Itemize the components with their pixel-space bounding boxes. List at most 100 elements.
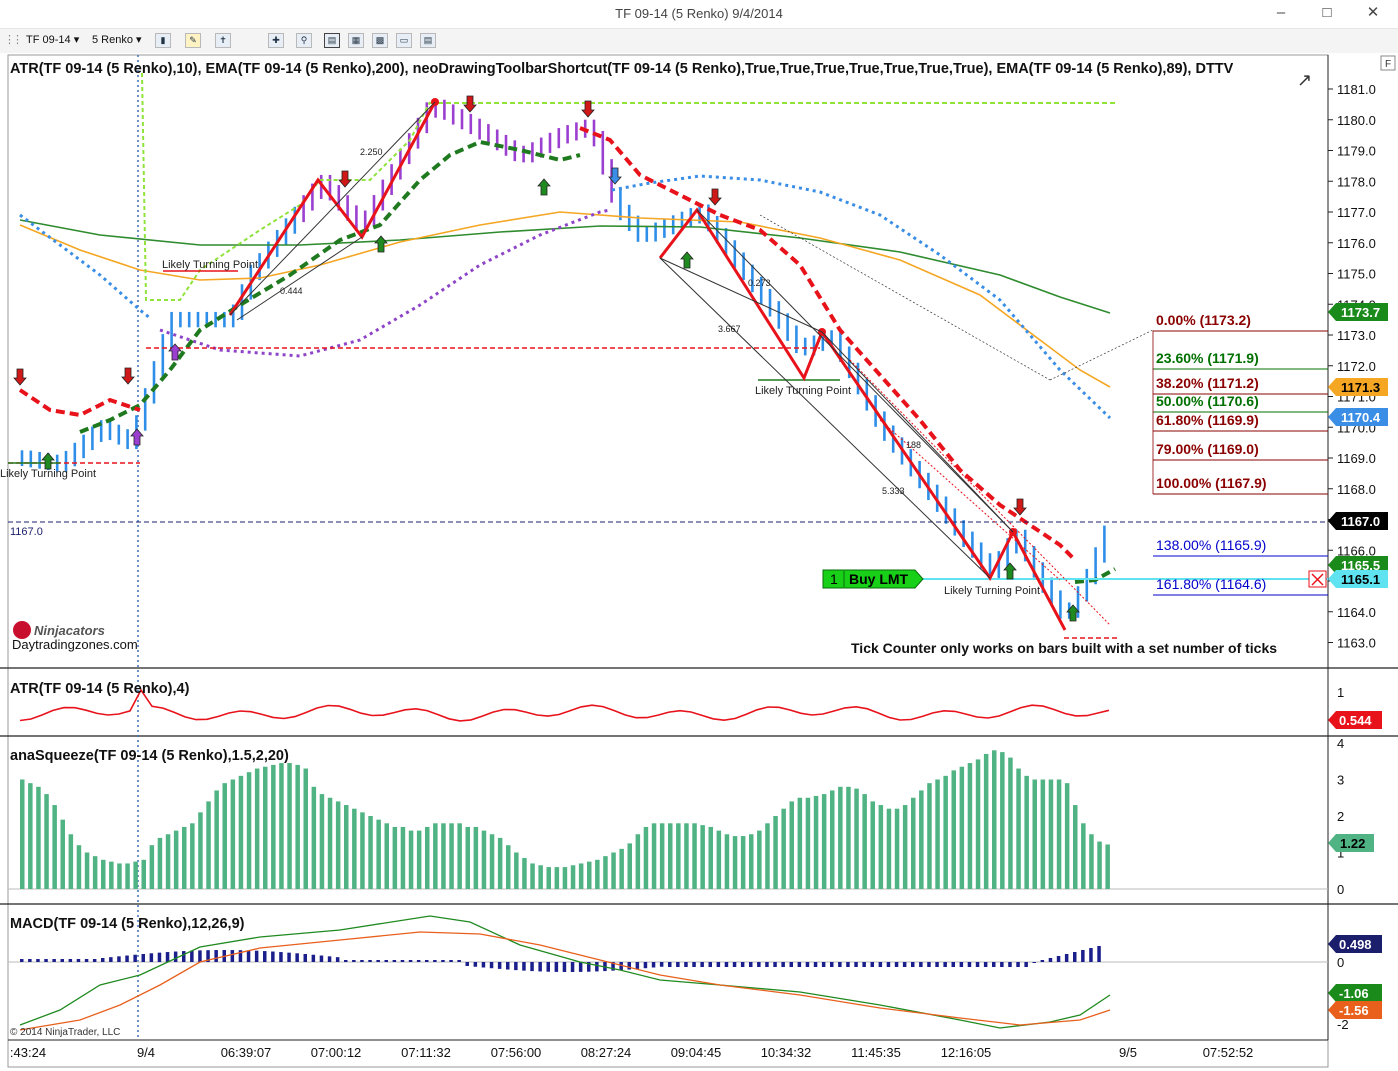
squeeze-bar <box>246 772 252 889</box>
macd-hist-bar <box>530 962 534 972</box>
squeeze-bar <box>173 830 179 889</box>
buy-lmt-order: 1 Buy LMT <box>822 569 924 589</box>
time-axis-label: 07:52:52 <box>1203 1045 1254 1060</box>
macd-hist-bar <box>927 962 931 967</box>
price-tick-label: 1163.0 <box>1337 636 1376 651</box>
macd-hist-bar <box>1048 958 1053 962</box>
macd-hist-bar <box>279 952 283 962</box>
close-button[interactable]: ✕ <box>1350 0 1396 28</box>
macd-hist-bar <box>44 959 48 962</box>
squeeze-bar <box>311 786 317 889</box>
price-marker-label: 1167.0 <box>1341 514 1380 529</box>
squeeze-bar <box>1089 834 1094 889</box>
squeeze-bar <box>692 823 697 889</box>
macd-axis-label: -2 <box>1337 1017 1349 1032</box>
time-axis-label: 06:39:07 <box>221 1045 272 1060</box>
squeeze-bar <box>222 783 227 889</box>
squeeze-bar <box>975 759 981 889</box>
squeeze-bar <box>109 861 114 889</box>
squeeze-bar <box>465 826 470 889</box>
squeeze-bar <box>287 763 292 889</box>
macd-hist-bar <box>578 962 583 972</box>
squeeze-bar <box>141 859 146 889</box>
macd-hist-bar <box>562 962 567 972</box>
pencil-icon[interactable]: ✎ <box>185 33 201 48</box>
macd-hist-bar <box>951 962 955 967</box>
data-box-icon[interactable]: ▤ <box>420 33 436 48</box>
zoom-icon[interactable]: ⚲ <box>296 33 312 48</box>
macd-hist-bar <box>1056 956 1061 962</box>
macd-hist-bar <box>643 962 648 969</box>
chart-annotation: 0.444 <box>280 286 303 296</box>
squeeze-bar <box>983 753 989 889</box>
squeeze-bar <box>627 843 632 889</box>
squeeze-bar <box>651 823 657 889</box>
macd-hist-bar <box>992 962 996 967</box>
squeeze-bar <box>44 794 49 889</box>
squeeze-bar <box>425 826 430 889</box>
squeeze-bar <box>190 823 195 889</box>
macd-value-label: -1.06 <box>1339 986 1369 1001</box>
macd-hist-bar <box>117 956 121 962</box>
macd-hist-bar <box>659 962 664 967</box>
macd-hist-bar <box>870 962 874 967</box>
macd-hist-bar <box>311 954 316 962</box>
squeeze-bar <box>433 823 438 889</box>
macd-hist-bar <box>465 962 469 966</box>
cursor-icon[interactable]: ✚ <box>268 33 284 48</box>
squeeze-bar <box>497 837 503 889</box>
squeeze-bar <box>1016 768 1021 889</box>
squeeze-bar <box>635 834 641 889</box>
macd-hist-bar <box>1024 962 1028 967</box>
macd-hist-bar <box>1073 952 1077 962</box>
macd-hist-bar <box>449 960 453 962</box>
macd-hist-bar <box>271 951 275 962</box>
macd-hist-bar <box>1008 962 1012 967</box>
squeeze-bar <box>416 830 422 889</box>
maximize-button[interactable]: □ <box>1304 0 1350 28</box>
chart-toolbar: ⋮ ⋮ TF 09-14 ▾ 5 Renko ▾ ▮ ✎ ✝ ✚ ⚲ ▤ ▦ ▩… <box>0 29 1398 54</box>
macd-hist-bar <box>319 955 324 962</box>
macd-hist-bar <box>1097 946 1101 962</box>
bar-type-icon[interactable]: ▮ <box>155 33 171 48</box>
templates-icon[interactable]: ▭ <box>396 33 412 48</box>
macd-hist-bar <box>1064 954 1069 962</box>
squeeze-bar <box>376 819 381 889</box>
properties-icon[interactable]: ▩ <box>372 33 388 48</box>
macd-hist-bar <box>254 950 259 962</box>
instrument-selector[interactable]: TF 09-14 ▾ <box>26 32 79 49</box>
toolbar-grip-icon: ⋮ <box>12 34 23 46</box>
macd-hist-bar <box>740 962 745 967</box>
squeeze-bar <box>740 836 746 889</box>
indicator-title: MACD(TF 09-14 (5 Renko),12,26,9) <box>10 916 245 932</box>
squeeze-bar <box>894 808 900 889</box>
squeeze-bar <box>319 794 325 889</box>
squeeze-bar <box>1032 779 1037 889</box>
time-axis-label: 10:34:32 <box>761 1045 812 1060</box>
squeeze-bar <box>408 830 414 889</box>
indicators-icon[interactable]: ▤ <box>324 33 340 48</box>
squeeze-bar <box>206 801 211 889</box>
crosshair-icon[interactable]: ✝ <box>215 33 231 48</box>
squeeze-bar <box>749 834 754 889</box>
minimize-button[interactable]: – <box>1258 0 1304 28</box>
macd-hist-bar <box>773 962 777 967</box>
macd-hist-bar <box>692 962 696 967</box>
macd-hist-bar <box>967 962 972 967</box>
squeeze-bar <box>76 845 82 889</box>
chart-area[interactable]: 1181.0 1180.0 1179.0 1178.0 1177.0 1176.0 1175… <box>0 53 1398 1071</box>
macd-hist-bar <box>441 960 445 962</box>
period-selector[interactable]: 5 Renko ▾ <box>92 32 142 49</box>
squeeze-bar <box>214 790 219 889</box>
squeeze-bar <box>992 750 997 889</box>
order-quantity: 1 <box>830 571 838 587</box>
scale-icon: ↗ <box>1297 70 1312 90</box>
squeeze-bar <box>182 826 187 889</box>
macd-hist-bar <box>805 962 810 967</box>
price-marker-label: 1173.7 <box>1341 305 1380 320</box>
squeeze-bar <box>676 823 681 889</box>
macd-hist-bar <box>838 962 842 967</box>
strategies-icon[interactable]: ▦ <box>348 33 364 48</box>
macd-hist-bar <box>546 962 550 972</box>
macd-hist-bar <box>975 962 980 967</box>
